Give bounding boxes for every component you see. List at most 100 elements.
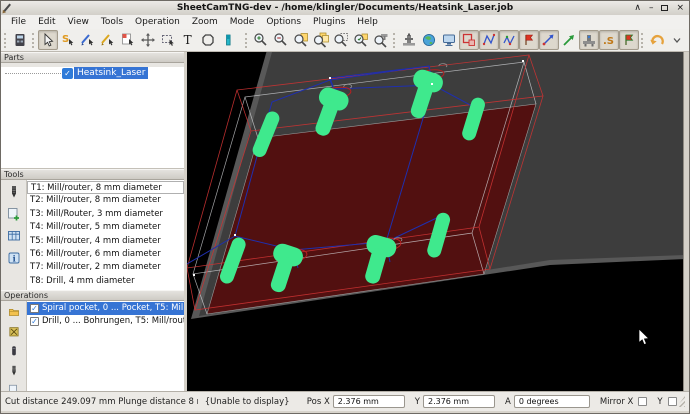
undo-button[interactable] (647, 30, 667, 50)
tool-row[interactable]: T5: Mill/router, 4 mm diameter (27, 235, 184, 248)
rapid-path-icon (481, 32, 497, 48)
zoom-in-button[interactable] (251, 30, 271, 50)
zoom-job-button[interactable] (311, 30, 331, 50)
edit-points-tool-button[interactable] (98, 30, 118, 50)
tool-table-icon[interactable] (7, 229, 21, 243)
operations-list[interactable]: ✓ Spiral pocket, 0 ... Pocket, T5: Mill/… (27, 301, 184, 396)
zoom-machine-icon (373, 32, 389, 48)
tool-row[interactable]: T1: Mill/router, 8 mm diameter (27, 181, 184, 194)
menu-zoom[interactable]: Zoom (186, 15, 224, 29)
toolbar-grip[interactable] (641, 33, 644, 48)
tools-list[interactable]: T1: Mill/router, 8 mm diameter T2: Mill/… (27, 180, 184, 290)
mirror-x-checkbox[interactable] (638, 397, 647, 406)
engrave-icon[interactable] (7, 326, 21, 338)
tool-info-icon[interactable]: i (7, 251, 21, 265)
menu-tools[interactable]: Tools (95, 15, 129, 29)
toolbar-overflow-button[interactable] (667, 30, 687, 50)
drill-icon[interactable] (7, 365, 21, 377)
machine-icon (401, 32, 417, 48)
post-processor-button[interactable] (10, 30, 30, 50)
menu-options[interactable]: Options (260, 15, 307, 29)
tool-row[interactable]: T4: Mill/router, 5 mm diameter (27, 221, 184, 234)
maximize-button[interactable] (661, 5, 668, 11)
parts-header: Parts (1, 52, 184, 63)
tool-row[interactable]: T3: Mill/Router, 3 mm diameter (27, 208, 184, 221)
show-flags-button[interactable] (619, 30, 639, 50)
zoom-out-icon (273, 32, 289, 48)
select-tool-button[interactable] (38, 30, 58, 50)
mill-icon[interactable] (7, 345, 21, 357)
snap-tool-button[interactable]: S (58, 30, 78, 50)
operation-row[interactable]: ✓ Drill, 0 ... Bohrungen, T5: Mill/route… (27, 315, 184, 328)
show-3d-button[interactable] (419, 30, 439, 50)
tool-row[interactable]: T7: Mill/router, 2 mm diameter (27, 261, 184, 274)
zoom-part-button[interactable] (291, 30, 311, 50)
menu-operation[interactable]: Operation (129, 15, 186, 29)
zoom-selection-button[interactable] (351, 30, 371, 50)
resize-grip[interactable] (677, 396, 685, 407)
tool-row[interactable]: T6: Mill/router, 6 mm diameter (27, 248, 184, 261)
show-start-points-button[interactable] (519, 30, 539, 50)
menu-file[interactable]: File (5, 15, 32, 29)
menu-plugins[interactable]: Plugins (307, 15, 351, 29)
edit-contour-tool-button[interactable] (78, 30, 98, 50)
chevron-down-icon (669, 32, 685, 48)
pos-a-field[interactable] (514, 395, 590, 408)
toolbar-grip[interactable] (393, 33, 396, 48)
show-start-button[interactable]: .S (599, 30, 619, 50)
tool-row[interactable]: T8: Drill, 4 mm diameter (27, 275, 184, 288)
show-toolpaths-button[interactable] (499, 30, 519, 50)
operation-checkbox[interactable]: ✓ (30, 304, 39, 313)
title-bar[interactable]: SheetCamTNG-dev - /home/klingler/Documen… (1, 1, 689, 15)
show-machine-button[interactable] (399, 30, 419, 50)
parts-list[interactable]: ✓ Heatsink_Laser (1, 67, 184, 169)
menu-help[interactable]: Help (351, 15, 384, 29)
flag-icon (521, 32, 537, 48)
toolbar-grip[interactable] (4, 33, 7, 48)
new-folder-icon[interactable] (7, 306, 21, 318)
scene-3d (187, 52, 685, 393)
show-table-button[interactable] (579, 30, 599, 50)
drill-tool-icon[interactable] (7, 185, 21, 199)
operation-checkbox[interactable]: ✓ (30, 317, 39, 326)
show-material-button[interactable] (459, 30, 479, 50)
show-2d-button[interactable] (439, 30, 459, 50)
mirror-y-checkbox[interactable] (668, 397, 677, 406)
viewport-3d[interactable] (187, 52, 683, 391)
move-tool-button[interactable] (138, 30, 158, 50)
part-label[interactable]: Heatsink_Laser (74, 67, 148, 79)
operation-row[interactable]: ✓ Spiral pocket, 0 ... Pocket, T5: Mill/… (27, 302, 184, 315)
show-path-directions-button[interactable] (539, 30, 559, 50)
part-item[interactable]: ✓ Heatsink_Laser (1, 67, 184, 79)
window-title: SheetCamTNG-dev - /home/klingler/Documen… (1, 1, 689, 15)
zoom-window-button[interactable] (331, 30, 351, 50)
edit-part-tool-button[interactable] (118, 30, 138, 50)
part-checkbox[interactable]: ✓ (62, 68, 73, 79)
move-arrows-icon (140, 32, 156, 48)
menu-mode[interactable]: Mode (224, 15, 261, 29)
toolbar-grip[interactable] (245, 33, 248, 48)
toolpath-icon (501, 32, 517, 48)
menu-edit[interactable]: Edit (32, 15, 61, 29)
zoom-machine-button[interactable] (371, 30, 391, 50)
shade-button[interactable]: ∧ (634, 1, 641, 15)
show-rapid-moves-button[interactable] (479, 30, 499, 50)
measure-tool-button[interactable] (218, 30, 238, 50)
zoom-part-icon (293, 32, 309, 48)
new-tool-icon[interactable] (7, 207, 21, 221)
tool-row[interactable]: T2: Mill/router, 8 mm diameter (27, 194, 184, 207)
toolbar-grip[interactable] (32, 33, 35, 48)
pos-x-field[interactable] (333, 395, 405, 408)
shape-tool-button[interactable] (198, 30, 218, 50)
close-button[interactable]: × (676, 1, 684, 15)
run-post-button[interactable] (559, 30, 579, 50)
zoom-job-icon (313, 32, 329, 48)
minimize-button[interactable]: – (649, 1, 654, 15)
pos-x-label: Pos X (307, 397, 330, 407)
text-tool-button[interactable]: T (178, 30, 198, 50)
pos-y-field[interactable] (423, 395, 495, 408)
menu-view[interactable]: View (62, 15, 95, 29)
select-box-tool-button[interactable] (158, 30, 178, 50)
zoom-out-button[interactable] (271, 30, 291, 50)
part-doc-cursor-icon (120, 32, 136, 48)
